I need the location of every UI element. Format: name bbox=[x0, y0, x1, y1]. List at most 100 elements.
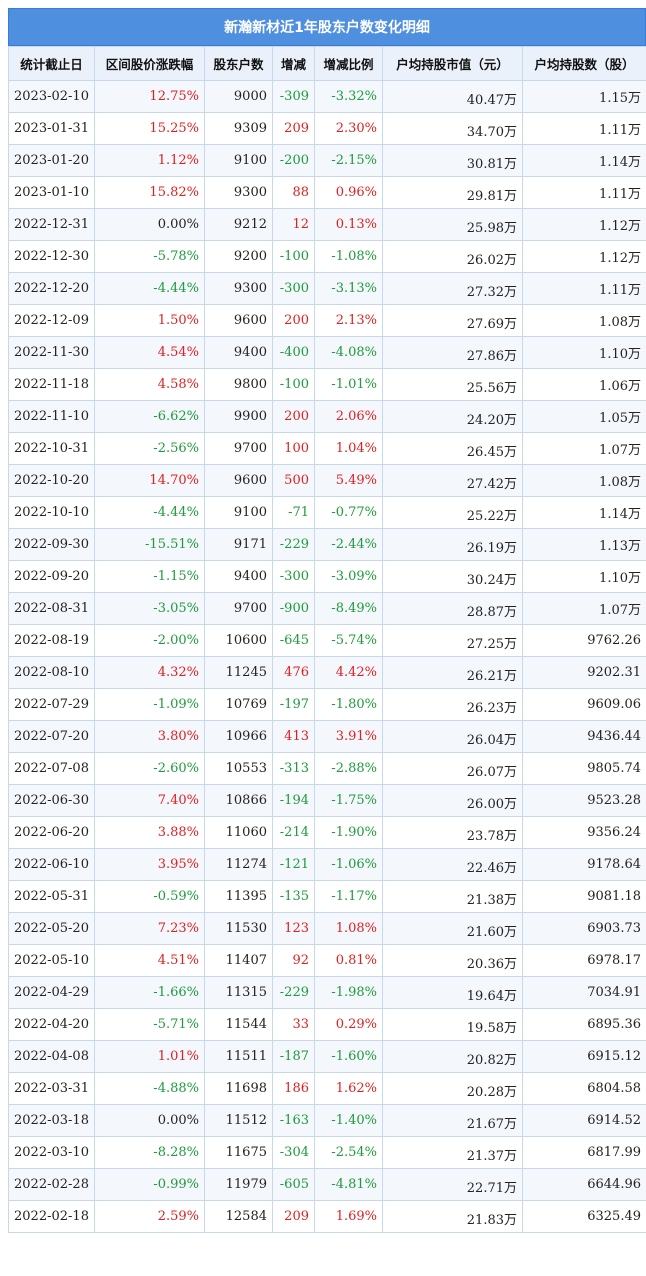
table-row: 2022-08-10 4.32% 11245 476 4.42% 26.21万 9202.3… bbox=[8, 656, 646, 689]
row-change-ratio: 0.96% bbox=[314, 176, 383, 209]
table-row: 2022-08-19 -2.00% 10600 -645 -5.74% 27.25万 976… bbox=[8, 624, 646, 657]
row-avg-shares: 1.05万 bbox=[522, 400, 646, 433]
row-holders: 11544 bbox=[204, 1008, 273, 1041]
row-date: 2022-11-18 bbox=[8, 368, 95, 401]
row-avg-market-value: 21.38万 bbox=[382, 880, 523, 913]
row-avg-market-value: 40.47万 bbox=[382, 80, 523, 113]
row-price-change: -2.56% bbox=[94, 432, 205, 465]
row-avg-market-value: 27.69万 bbox=[382, 304, 523, 337]
row-change: 413 bbox=[272, 720, 315, 753]
row-avg-shares: 9436.44 bbox=[522, 720, 646, 753]
row-date: 2022-07-20 bbox=[8, 720, 95, 753]
row-avg-shares: 1.11万 bbox=[522, 176, 646, 209]
row-avg-shares: 6978.17 bbox=[522, 944, 646, 977]
row-date: 2022-03-10 bbox=[8, 1136, 95, 1169]
table-row: 2022-10-31 -2.56% 9700 100 1.04% 26.45万 1.07万 bbox=[8, 432, 646, 465]
row-date: 2023-01-10 bbox=[8, 176, 95, 209]
row-change-ratio: -8.49% bbox=[314, 592, 383, 625]
row-change-ratio: -3.13% bbox=[314, 272, 383, 305]
row-avg-market-value: 28.87万 bbox=[382, 592, 523, 625]
row-holders: 9309 bbox=[204, 112, 273, 145]
table-row: 2022-03-10 -8.28% 11675 -304 -2.54% 21.37万 681… bbox=[8, 1136, 646, 1169]
row-avg-shares: 9178.64 bbox=[522, 848, 646, 881]
row-date: 2023-01-31 bbox=[8, 112, 95, 145]
row-avg-market-value: 30.81万 bbox=[382, 144, 523, 177]
row-change-ratio: -1.01% bbox=[314, 368, 383, 401]
row-price-change: -0.99% bbox=[94, 1168, 205, 1201]
row-date: 2022-08-31 bbox=[8, 592, 95, 625]
row-avg-shares: 1.14万 bbox=[522, 496, 646, 529]
row-change-ratio: -4.81% bbox=[314, 1168, 383, 1201]
row-price-change: 15.25% bbox=[94, 112, 205, 145]
row-date: 2022-03-18 bbox=[8, 1104, 95, 1137]
table-row: 2022-11-18 4.58% 9800 -100 -1.01% 25.56万 1.06万 bbox=[8, 368, 646, 401]
row-avg-market-value: 26.19万 bbox=[382, 528, 523, 561]
row-date: 2022-06-10 bbox=[8, 848, 95, 881]
row-price-change: 15.82% bbox=[94, 176, 205, 209]
table-row: 2022-12-20 -4.44% 9300 -300 -3.13% 27.32万 1.11… bbox=[8, 272, 646, 305]
row-price-change: -4.44% bbox=[94, 272, 205, 305]
row-avg-market-value: 19.58万 bbox=[382, 1008, 523, 1041]
row-change-ratio: -2.54% bbox=[314, 1136, 383, 1169]
row-avg-shares: 6895.36 bbox=[522, 1008, 646, 1041]
row-change: 88 bbox=[272, 176, 315, 209]
row-date: 2022-11-30 bbox=[8, 336, 95, 369]
row-price-change: 2.59% bbox=[94, 1200, 205, 1233]
row-holders: 11530 bbox=[204, 912, 273, 945]
row-price-change: 1.01% bbox=[94, 1040, 205, 1073]
row-holders: 9100 bbox=[204, 496, 273, 529]
row-avg-market-value: 26.00万 bbox=[382, 784, 523, 817]
row-change: -645 bbox=[272, 624, 315, 657]
row-change-ratio: -1.98% bbox=[314, 976, 383, 1009]
row-change-ratio: 3.91% bbox=[314, 720, 383, 753]
row-avg-shares: 1.12万 bbox=[522, 208, 646, 241]
row-holders: 9200 bbox=[204, 240, 273, 273]
row-change-ratio: -1.17% bbox=[314, 880, 383, 913]
row-date: 2022-05-10 bbox=[8, 944, 95, 977]
table-row: 2022-04-29 -1.66% 11315 -229 -1.98% 19.64万 703… bbox=[8, 976, 646, 1009]
row-date: 2022-09-20 bbox=[8, 560, 95, 593]
row-avg-shares: 1.10万 bbox=[522, 336, 646, 369]
row-avg-market-value: 21.67万 bbox=[382, 1104, 523, 1137]
row-price-change: 0.00% bbox=[94, 208, 205, 241]
row-avg-shares: 6325.49 bbox=[522, 1200, 646, 1233]
row-price-change: 4.54% bbox=[94, 336, 205, 369]
table-row: 2022-04-08 1.01% 11511 -187 -1.60% 20.82万 6915… bbox=[8, 1040, 646, 1073]
row-change: -200 bbox=[272, 144, 315, 177]
row-change: 500 bbox=[272, 464, 315, 497]
row-holders: 11407 bbox=[204, 944, 273, 977]
col-header-date: 统计截止日 bbox=[8, 46, 95, 81]
row-avg-shares: 9202.31 bbox=[522, 656, 646, 689]
row-holders: 11512 bbox=[204, 1104, 273, 1137]
row-avg-market-value: 26.21万 bbox=[382, 656, 523, 689]
row-change: -214 bbox=[272, 816, 315, 849]
row-date: 2022-06-20 bbox=[8, 816, 95, 849]
row-change: -135 bbox=[272, 880, 315, 913]
row-date: 2022-03-31 bbox=[8, 1072, 95, 1105]
row-avg-shares: 1.07万 bbox=[522, 592, 646, 625]
row-price-change: -1.66% bbox=[94, 976, 205, 1009]
row-change-ratio: 0.13% bbox=[314, 208, 383, 241]
row-holders: 11675 bbox=[204, 1136, 273, 1169]
table-row: 2022-06-20 3.88% 11060 -214 -1.90% 23.78万 9356… bbox=[8, 816, 646, 849]
row-change-ratio: -2.44% bbox=[314, 528, 383, 561]
table-row: 2022-04-20 -5.71% 11544 33 0.29% 19.58万 6895.3… bbox=[8, 1008, 646, 1041]
col-header-change: 增减 bbox=[272, 46, 315, 81]
table-row: 2023-01-31 15.25% 9309 209 2.30% 34.70万 1.11万 bbox=[8, 112, 646, 145]
col-header-change-ratio: 增减比例 bbox=[314, 46, 383, 81]
row-change-ratio: -1.60% bbox=[314, 1040, 383, 1073]
row-date: 2022-07-29 bbox=[8, 688, 95, 721]
row-change-ratio: 1.04% bbox=[314, 432, 383, 465]
row-avg-shares: 9609.06 bbox=[522, 688, 646, 721]
row-change-ratio: -1.06% bbox=[314, 848, 383, 881]
row-date: 2022-06-30 bbox=[8, 784, 95, 817]
row-change: 200 bbox=[272, 400, 315, 433]
col-header-price-change: 区间股价涨跌幅 bbox=[94, 46, 205, 81]
row-price-change: 12.75% bbox=[94, 80, 205, 113]
row-holders: 9600 bbox=[204, 464, 273, 497]
row-change: 209 bbox=[272, 1200, 315, 1233]
row-date: 2022-12-31 bbox=[8, 208, 95, 241]
table-row: 2022-09-20 -1.15% 9400 -300 -3.09% 30.24万 1.10… bbox=[8, 560, 646, 593]
row-holders: 9300 bbox=[204, 176, 273, 209]
row-change-ratio: 4.42% bbox=[314, 656, 383, 689]
